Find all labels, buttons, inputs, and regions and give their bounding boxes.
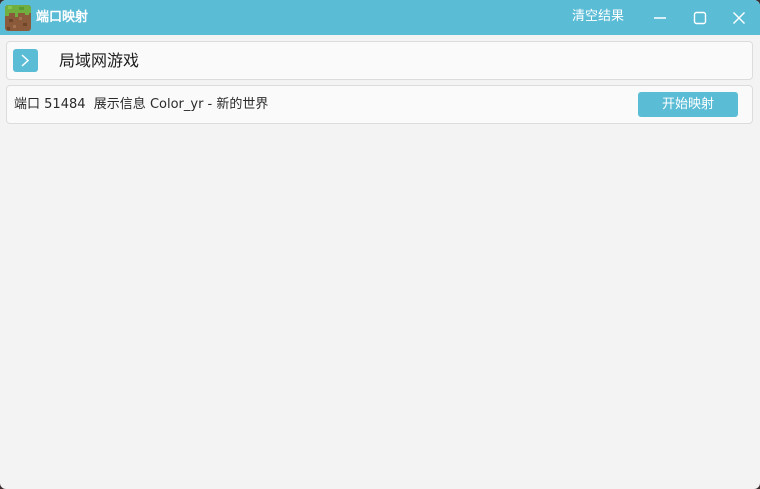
lan-game-header: 局域网游戏: [6, 41, 753, 80]
close-button[interactable]: [725, 4, 753, 32]
start-mapping-button[interactable]: 开始映射: [638, 92, 738, 117]
info-label: 展示信息: [93, 97, 146, 112]
chevron-right-icon: [21, 54, 30, 67]
port-value: 51484: [44, 97, 86, 112]
expand-button[interactable]: [13, 49, 38, 72]
mapping-info: 端口 51484 展示信息 Color_yr - 新的世界: [14, 96, 268, 114]
clear-results-button[interactable]: 清空结果: [566, 7, 630, 27]
maximize-icon: [693, 11, 707, 25]
info-value: Color_yr - 新的世界: [149, 97, 269, 112]
close-icon: [733, 12, 745, 24]
minimize-button[interactable]: [646, 4, 674, 32]
port-label: 端口: [14, 97, 41, 112]
section-title: 局域网游戏: [59, 51, 140, 70]
title-bar[interactable]: 端口映射 清空结果: [0, 0, 760, 35]
window-title: 端口映射: [36, 10, 89, 25]
grass-block-icon: [5, 5, 31, 31]
maximize-button[interactable]: [686, 4, 714, 32]
minimize-icon: [654, 17, 666, 19]
port-mapping-window: 端口映射 清空结果 局域网游戏 端口 51484 展示信息 Color_yr -…: [0, 0, 760, 489]
mapping-row: 端口 51484 展示信息 Color_yr - 新的世界 开始映射: [6, 85, 753, 124]
